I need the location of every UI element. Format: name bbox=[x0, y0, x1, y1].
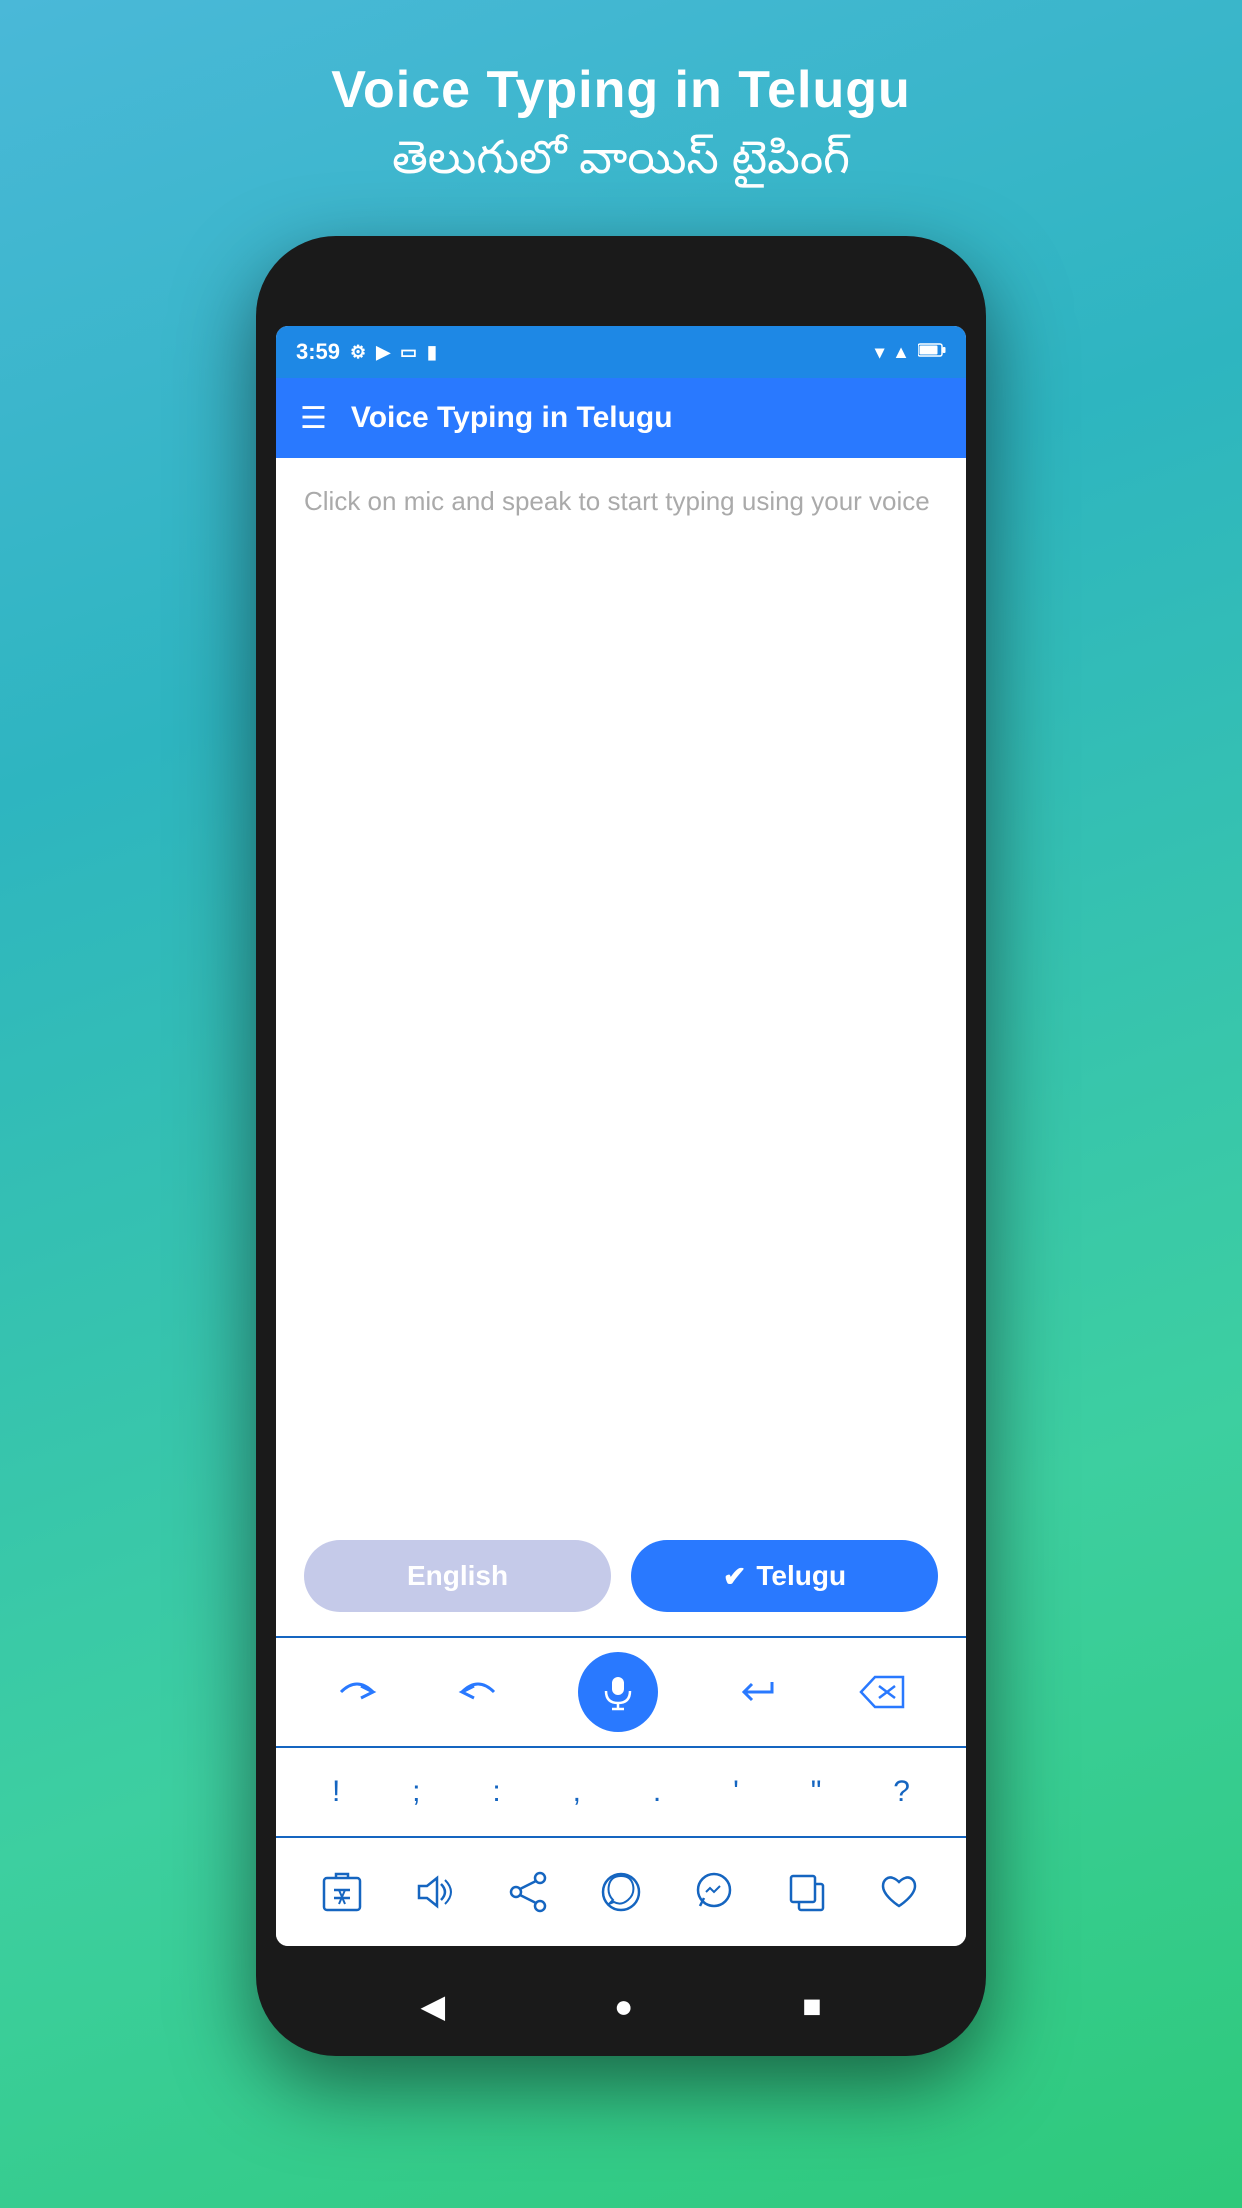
char-colon[interactable]: : bbox=[492, 1775, 500, 1809]
delete-button[interactable] bbox=[857, 1673, 907, 1711]
text-input-area[interactable]: Click on mic and speak to start typing u… bbox=[276, 458, 966, 1520]
whatsapp-button[interactable] bbox=[599, 1870, 643, 1914]
phone-top bbox=[256, 236, 986, 326]
text-placeholder: Click on mic and speak to start typing u… bbox=[304, 482, 938, 521]
copy-button[interactable] bbox=[785, 1870, 829, 1914]
screen-icon: ▭ bbox=[400, 342, 417, 363]
status-left: 3:59 ⚙ ▶ ▭ ▮ bbox=[296, 339, 437, 365]
battery-icon bbox=[918, 342, 946, 363]
header-title-telugu: తెలుగులో వాయిస్ టైపింగ్ bbox=[331, 130, 911, 196]
wifi-icon: ▾ bbox=[875, 342, 884, 363]
app-bar: ☰ Voice Typing in Telugu bbox=[276, 378, 966, 458]
char-exclamation[interactable]: ! bbox=[332, 1775, 340, 1809]
english-button[interactable]: English bbox=[304, 1540, 611, 1612]
char-comma[interactable]: , bbox=[573, 1775, 581, 1809]
char-semicolon[interactable]: ; bbox=[412, 1775, 420, 1809]
phone-screen: 3:59 ⚙ ▶ ▭ ▮ ▾ ▲ ☰ Voice bbox=[276, 326, 966, 1946]
telugu-button[interactable]: ✔ Telugu bbox=[631, 1540, 938, 1612]
back-button[interactable] bbox=[456, 1672, 500, 1712]
status-bar: 3:59 ⚙ ▶ ▭ ▮ ▾ ▲ bbox=[276, 326, 966, 378]
settings-icon: ⚙ bbox=[350, 342, 366, 363]
app-bar-title: Voice Typing in Telugu bbox=[351, 401, 673, 435]
telugu-label: Telugu bbox=[756, 1560, 846, 1592]
action-icons-row bbox=[276, 1836, 966, 1946]
status-time: 3:59 bbox=[296, 339, 340, 365]
messenger-button[interactable] bbox=[692, 1870, 736, 1914]
mic-button[interactable] bbox=[578, 1652, 658, 1732]
char-quote[interactable]: " bbox=[811, 1775, 822, 1809]
status-right: ▾ ▲ bbox=[875, 342, 946, 363]
forward-button[interactable] bbox=[335, 1672, 379, 1712]
play-icon: ▶ bbox=[376, 342, 390, 363]
clear-button[interactable] bbox=[320, 1870, 364, 1914]
battery-small-icon: ▮ bbox=[427, 342, 437, 363]
language-bar: English ✔ Telugu bbox=[276, 1520, 966, 1636]
phone-nav-bar: ◀ ● ■ bbox=[256, 1956, 986, 2056]
signal-icon: ▲ bbox=[892, 342, 910, 363]
share-button[interactable] bbox=[506, 1870, 550, 1914]
enter-button[interactable] bbox=[736, 1674, 780, 1710]
char-question[interactable]: ? bbox=[893, 1775, 910, 1809]
phone-shell: 3:59 ⚙ ▶ ▭ ▮ ▾ ▲ ☰ Voice bbox=[256, 236, 986, 2056]
favorite-button[interactable] bbox=[877, 1870, 921, 1914]
char-apostrophe[interactable]: ' bbox=[733, 1775, 739, 1809]
page-header: Voice Typing in Telugu తెలుగులో వాయిస్ ట… bbox=[331, 0, 911, 236]
char-period[interactable]: . bbox=[653, 1775, 661, 1809]
keyboard-toolbar bbox=[276, 1636, 966, 1746]
nav-home-button[interactable]: ● bbox=[614, 1988, 633, 2025]
nav-recent-button[interactable]: ■ bbox=[802, 1988, 821, 2025]
nav-back-button[interactable]: ◀ bbox=[420, 1987, 445, 2025]
special-chars-row: ! ; : , . ' " ? bbox=[276, 1746, 966, 1836]
header-title-english: Voice Typing in Telugu bbox=[331, 60, 911, 120]
check-icon: ✔ bbox=[723, 1560, 746, 1593]
hamburger-icon[interactable]: ☰ bbox=[300, 401, 327, 436]
volume-button[interactable] bbox=[413, 1870, 457, 1914]
